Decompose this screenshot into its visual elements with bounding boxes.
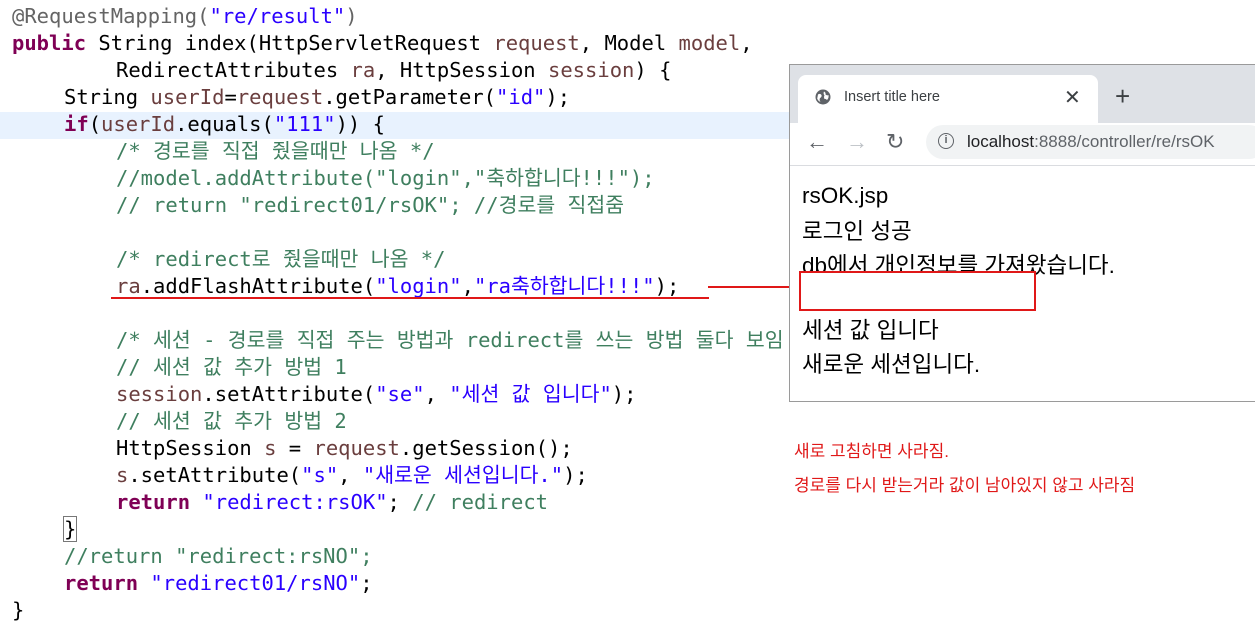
- red-arrow-line: [708, 286, 794, 288]
- url-text: localhost:8888/controller/re/rsOK: [967, 132, 1215, 151]
- browser-toolbar: ← → ↻ i localhost:8888/controller/re/rsO…: [790, 123, 1255, 166]
- code-line-3: RedirectAttributes ra, HttpSession sessi…: [116, 58, 672, 82]
- code-line-16: s.setAttribute("s", "새로운 세션입니다.");: [116, 463, 588, 487]
- code-line-5: if(userId.equals("111")) {: [64, 112, 385, 136]
- tab-close-icon[interactable]: ✕: [1064, 85, 1081, 110]
- red-underline-annotation: [111, 297, 709, 299]
- page-line-2: 로그인 성공: [802, 219, 912, 244]
- note-line-2: 경로를 다시 받는거라 값이 남아있지 않고 사라짐: [794, 476, 1136, 495]
- code-line-2: public String index(HttpServletRequest r…: [12, 31, 753, 55]
- code-line-13: session.setAttribute("se", "세션 값 입니다");: [116, 382, 637, 406]
- browser-window: Insert title here ✕ + ← → ↻ i localhost:…: [789, 64, 1255, 402]
- globe-icon: [815, 89, 831, 105]
- note-line-1: 새로 고침하면 사라짐.: [794, 442, 949, 461]
- page-line-4: 세션 값 입니다: [802, 318, 939, 343]
- tab-strip: Insert title here ✕ +: [790, 65, 1255, 123]
- reload-icon[interactable]: ↻: [886, 129, 904, 155]
- code-line-6: /* 경로를 직접 줬을때만 나옴 */: [116, 139, 435, 163]
- code-line-9: /* redirect로 줬을때만 나옴 */: [116, 247, 446, 271]
- code-line-1: @RequestMapping("re/result"): [12, 4, 358, 28]
- code-line-14: // 세션 값 추가 방법 2: [116, 409, 347, 433]
- code-line-20: return "redirect01/rsNO";: [64, 571, 373, 595]
- code-line-18: }: [62, 516, 78, 543]
- code-line-10: ra.addFlashAttribute("login","ra축하합니다!!!…: [116, 274, 680, 298]
- code-line-7: //model.addAttribute("login","축하합니다!!!")…: [116, 166, 655, 190]
- new-tab-button[interactable]: +: [1115, 81, 1130, 112]
- code-line-15: HttpSession s = request.getSession();: [116, 436, 573, 460]
- code-line-21: }: [12, 598, 25, 622]
- info-icon[interactable]: i: [938, 133, 954, 149]
- code-line-19: //return "redirect:rsNO";: [64, 544, 373, 568]
- page-line-1: rsOK.jsp: [802, 183, 889, 208]
- red-box-annotation: [799, 271, 1036, 311]
- code-line-4: String userId=request.getParameter("id")…: [64, 85, 571, 109]
- back-arrow-icon[interactable]: ←: [806, 129, 828, 155]
- browser-tab[interactable]: Insert title here ✕: [798, 75, 1098, 123]
- page-line-5: 새로운 세션입니다.: [802, 352, 981, 377]
- code-line-12: // 세션 값 추가 방법 1: [116, 355, 347, 379]
- code-line-11: /* 세션 - 경로를 직접 주는 방법과 redirect를 쓰는 방법 둘다…: [116, 328, 821, 352]
- forward-arrow-icon[interactable]: →: [846, 129, 868, 155]
- matched-bracket: }: [62, 516, 78, 542]
- address-bar[interactable]: i localhost:8888/controller/re/rsOK: [926, 125, 1255, 159]
- code-line-8: // return "redirect01/rsOK"; //경로를 직접줌: [116, 193, 625, 217]
- tab-title: Insert title here: [844, 89, 940, 105]
- code-line-17: return "redirect:rsOK"; // redirect: [116, 490, 548, 514]
